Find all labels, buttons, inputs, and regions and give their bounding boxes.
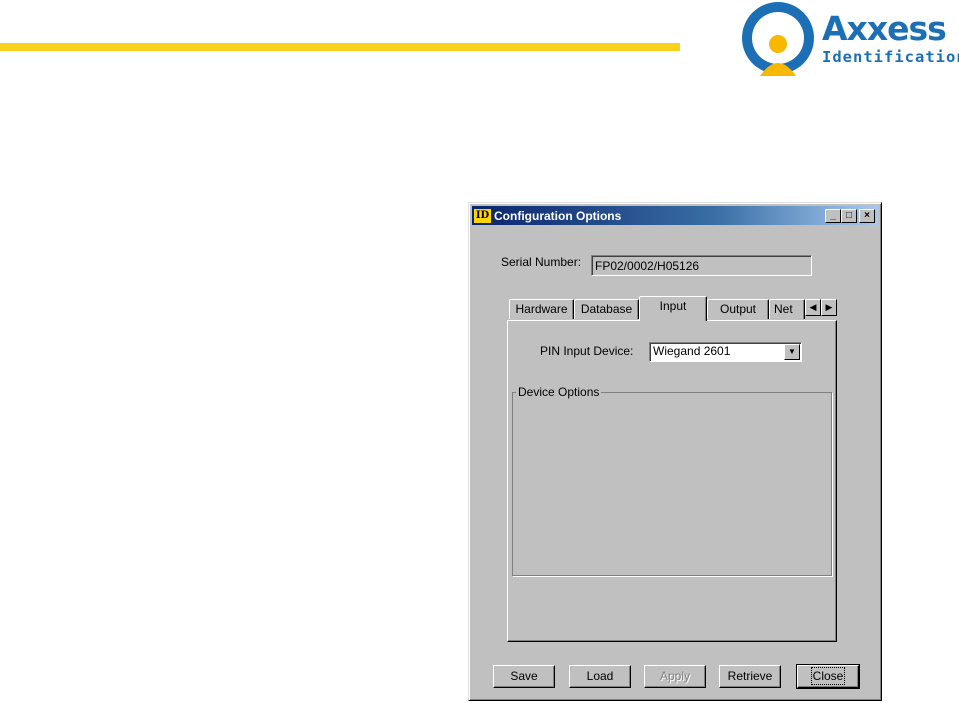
logo-tagline: Identification [822,48,959,66]
load-button-label: Load [586,669,614,683]
close-button[interactable]: Close [796,664,860,689]
device-options-group: Device Options [512,386,832,576]
tab-database[interactable]: Database [574,299,639,319]
window-title: Configuration Options [494,209,622,223]
configuration-options-window: ID Configuration Options _ □ × Serial Nu… [468,202,882,701]
save-button[interactable]: Save [493,665,555,688]
minimize-button[interactable]: _ [825,209,841,223]
header-accent-bar [0,43,680,51]
serial-number-field: FP02/0002/H05126 [591,255,812,276]
save-button-label: Save [510,669,538,683]
person-logo-icon [742,2,814,76]
tab-input[interactable]: Input [639,296,707,321]
app-id-icon: ID [474,209,491,223]
serial-number-label: Serial Number: [501,255,582,269]
dropdown-arrow-icon[interactable]: ▼ [784,344,800,360]
pin-input-device-select[interactable]: Wiegand 2601 ▼ [649,342,802,362]
apply-button-label: Apply [659,669,691,683]
pin-input-device-value: Wiegand 2601 [653,344,731,358]
apply-button[interactable]: Apply [644,665,706,688]
device-options-label: Device Options [516,385,602,399]
tab-scroll-left-icon[interactable]: ◀ [805,299,821,316]
close-button-label: Close [810,667,846,685]
tab-network[interactable]: Net [769,299,805,319]
maximize-button[interactable]: □ [841,209,857,223]
tab-output[interactable]: Output [707,299,769,319]
logo-wordmark: Axxess [822,9,947,48]
retrieve-button[interactable]: Retrieve [719,665,781,688]
load-button[interactable]: Load [569,665,631,688]
retrieve-button-label: Retrieve [727,669,773,683]
window-titlebar[interactable]: ID Configuration Options _ □ × [472,206,878,225]
tab-hardware[interactable]: Hardware [509,299,574,319]
input-tab-panel: PIN Input Device: Wiegand 2601 ▼ Device … [507,320,837,642]
close-window-button[interactable]: × [859,209,875,223]
pin-input-device-label: PIN Input Device: [540,344,634,358]
axxess-logo: Axxess Identification [736,0,959,80]
tab-scroll-right-icon[interactable]: ▶ [821,299,837,316]
